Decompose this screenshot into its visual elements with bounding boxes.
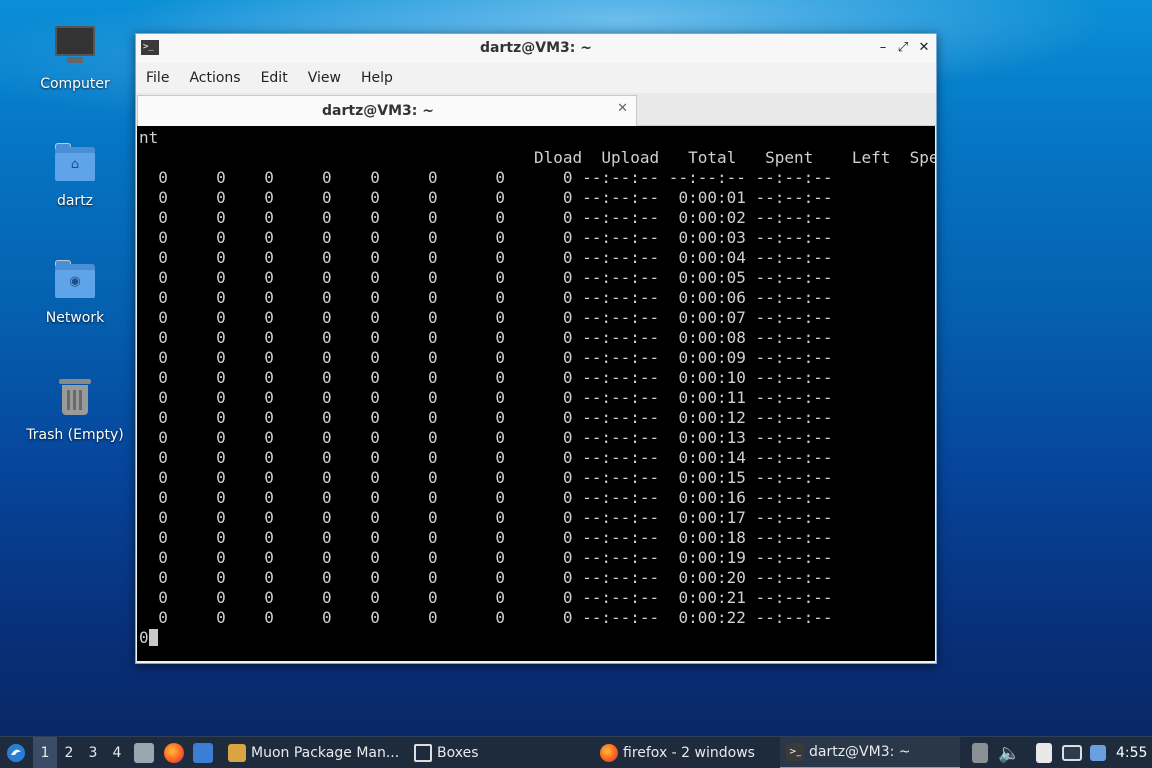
desktop-icon-label: Network (45, 310, 105, 326)
distro-logo-icon (7, 744, 25, 762)
task-boxes[interactable]: Boxes (408, 737, 485, 768)
menubar: File Actions Edit View Help (136, 63, 936, 93)
firefox-icon (164, 743, 184, 763)
terminal-line: 0 0 0 0 0 0 0 0 --:--:-- 0:00:19 --:--:-… (139, 548, 833, 567)
show-desktop-launcher[interactable] (193, 737, 213, 768)
desktop-icon (193, 743, 213, 763)
menu-actions[interactable]: Actions (179, 70, 250, 86)
task-terminal[interactable]: >_ dartz@VM3: ~ (780, 737, 960, 768)
home-folder-icon: ⌂ (53, 141, 97, 185)
workspace-4[interactable]: 4 (105, 737, 129, 768)
terminal-line: 0 0 0 0 0 0 0 0 --:--:-- 0:00:07 --:--:-… (139, 308, 833, 327)
tab-terminal[interactable]: dartz@VM3: ~ ✕ (137, 95, 637, 126)
volume-icon: 🔈 (998, 742, 1021, 764)
terminal-output[interactable]: nt Dload Upload Total Spent Left Speed 0… (137, 126, 935, 661)
workspace-1[interactable]: 1 (33, 737, 57, 768)
tab-label: dartz@VM3: ~ (322, 103, 434, 119)
prompt-text: 0 (139, 628, 149, 647)
firefox-icon (600, 744, 618, 762)
start-menu-button[interactable] (4, 737, 28, 768)
terminal-prompt-line: 0 (139, 628, 933, 648)
file-manager-icon (134, 743, 154, 763)
computer-icon (53, 24, 97, 68)
terminal-line: nt (139, 128, 159, 147)
terminal-line: 0 0 0 0 0 0 0 0 --:--:-- 0:00:10 --:--:-… (139, 368, 833, 387)
task-muon[interactable]: Muon Package Man... (222, 737, 405, 768)
menu-edit[interactable]: Edit (251, 70, 298, 86)
trash-icon (53, 375, 97, 419)
minimize-button[interactable]: – (874, 39, 892, 57)
terminal-line: 0 0 0 0 0 0 0 0 --:--:-- 0:00:09 --:--:-… (139, 348, 833, 367)
workspace-3[interactable]: 3 (81, 737, 105, 768)
terminal-line: 0 0 0 0 0 0 0 0 --:--:-- 0:00:15 --:--:-… (139, 468, 833, 487)
desktop-icon-label: dartz (56, 193, 94, 209)
tray-notifications[interactable] (1090, 737, 1106, 768)
terminal-line: Dload Upload Total Spent Left Speed (139, 148, 935, 167)
desktop-icon-home[interactable]: ⌂ dartz (20, 137, 130, 237)
terminal-line: 0 0 0 0 0 0 0 0 --:--:-- 0:00:02 --:--:-… (139, 208, 833, 227)
maximize-button[interactable]: ⤢ (894, 39, 912, 57)
terminal-line: 0 0 0 0 0 0 0 0 --:--:-- 0:00:22 --:--:-… (139, 608, 833, 627)
terminal-line: 0 0 0 0 0 0 0 0 --:--:-- 0:00:16 --:--:-… (139, 488, 833, 507)
firefox-launcher[interactable] (164, 737, 184, 768)
network-icon (1062, 745, 1082, 761)
task-label: dartz@VM3: ~ (809, 744, 911, 760)
terminal-line: 0 0 0 0 0 0 0 0 --:--:-- 0:00:04 --:--:-… (139, 248, 833, 267)
notification-icon (1090, 745, 1106, 761)
terminal-line: 0 0 0 0 0 0 0 0 --:--:-- --:--:-- --:--:… (139, 168, 833, 187)
terminal-window[interactable]: >_ dartz@VM3: ~ – ⤢ ✕ File Actions Edit … (135, 33, 937, 664)
terminal-line: 0 0 0 0 0 0 0 0 --:--:-- 0:00:06 --:--:-… (139, 288, 833, 307)
terminal-icon: >_ (786, 743, 804, 761)
workspace-2[interactable]: 2 (57, 737, 81, 768)
desktop-icon-network[interactable]: ◉ Network (20, 254, 130, 354)
terminal-line: 0 0 0 0 0 0 0 0 --:--:-- 0:00:20 --:--:-… (139, 568, 833, 587)
file-manager-launcher[interactable] (134, 737, 154, 768)
task-label: Muon Package Man... (251, 745, 400, 761)
tray-network[interactable] (1062, 737, 1082, 768)
tray-updates[interactable] (972, 737, 988, 768)
terminal-line: 0 0 0 0 0 0 0 0 --:--:-- 0:00:11 --:--:-… (139, 388, 833, 407)
terminal-line: 0 0 0 0 0 0 0 0 --:--:-- 0:00:18 --:--:-… (139, 528, 833, 547)
window-titlebar[interactable]: >_ dartz@VM3: ~ – ⤢ ✕ (136, 34, 936, 63)
clock[interactable]: 4:55 (1116, 737, 1147, 768)
task-firefox[interactable]: firefox - 2 windows (594, 737, 761, 768)
terminal-line: 0 0 0 0 0 0 0 0 --:--:-- 0:00:21 --:--:-… (139, 588, 833, 607)
menu-view[interactable]: View (298, 70, 351, 86)
tray-volume[interactable]: 🔈 (998, 737, 1020, 768)
desktop-icon-label: Trash (Empty) (26, 427, 124, 443)
desktop-icon-label: Computer (40, 76, 110, 92)
desktop-icon-trash[interactable]: Trash (Empty) (20, 371, 130, 471)
network-folder-icon: ◉ (53, 258, 97, 302)
terminal-line: 0 0 0 0 0 0 0 0 --:--:-- 0:00:12 --:--:-… (139, 408, 833, 427)
menu-help[interactable]: Help (351, 70, 403, 86)
terminal-line: 0 0 0 0 0 0 0 0 --:--:-- 0:00:05 --:--:-… (139, 268, 833, 287)
terminal-line: 0 0 0 0 0 0 0 0 --:--:-- 0:00:17 --:--:-… (139, 508, 833, 527)
close-button[interactable]: ✕ (915, 39, 933, 57)
tab-close-icon[interactable]: ✕ (617, 101, 628, 116)
tab-bar: dartz@VM3: ~ ✕ (136, 93, 936, 126)
muon-icon (228, 744, 246, 762)
window-title: dartz@VM3: ~ (480, 40, 592, 56)
boxes-icon (414, 744, 432, 762)
terminal-line: 0 0 0 0 0 0 0 0 --:--:-- 0:00:08 --:--:-… (139, 328, 833, 347)
task-label: Boxes (437, 745, 479, 761)
terminal-line: 0 0 0 0 0 0 0 0 --:--:-- 0:00:14 --:--:-… (139, 448, 833, 467)
tray-clipboard[interactable] (1036, 737, 1052, 768)
terminal-line: 0 0 0 0 0 0 0 0 --:--:-- 0:00:13 --:--:-… (139, 428, 833, 447)
taskbar: 1 2 3 4 Muon Package Man... Boxes firefo… (0, 736, 1152, 768)
terminal-line: 0 0 0 0 0 0 0 0 --:--:-- 0:00:01 --:--:-… (139, 188, 833, 207)
task-label: firefox - 2 windows (623, 745, 755, 761)
desktop-icon-computer[interactable]: Computer (20, 20, 130, 120)
updates-icon (972, 743, 988, 763)
terminal-cursor (148, 629, 158, 646)
clipboard-icon (1036, 743, 1052, 763)
menu-file[interactable]: File (136, 70, 179, 86)
terminal-line: 0 0 0 0 0 0 0 0 --:--:-- 0:00:03 --:--:-… (139, 228, 833, 247)
